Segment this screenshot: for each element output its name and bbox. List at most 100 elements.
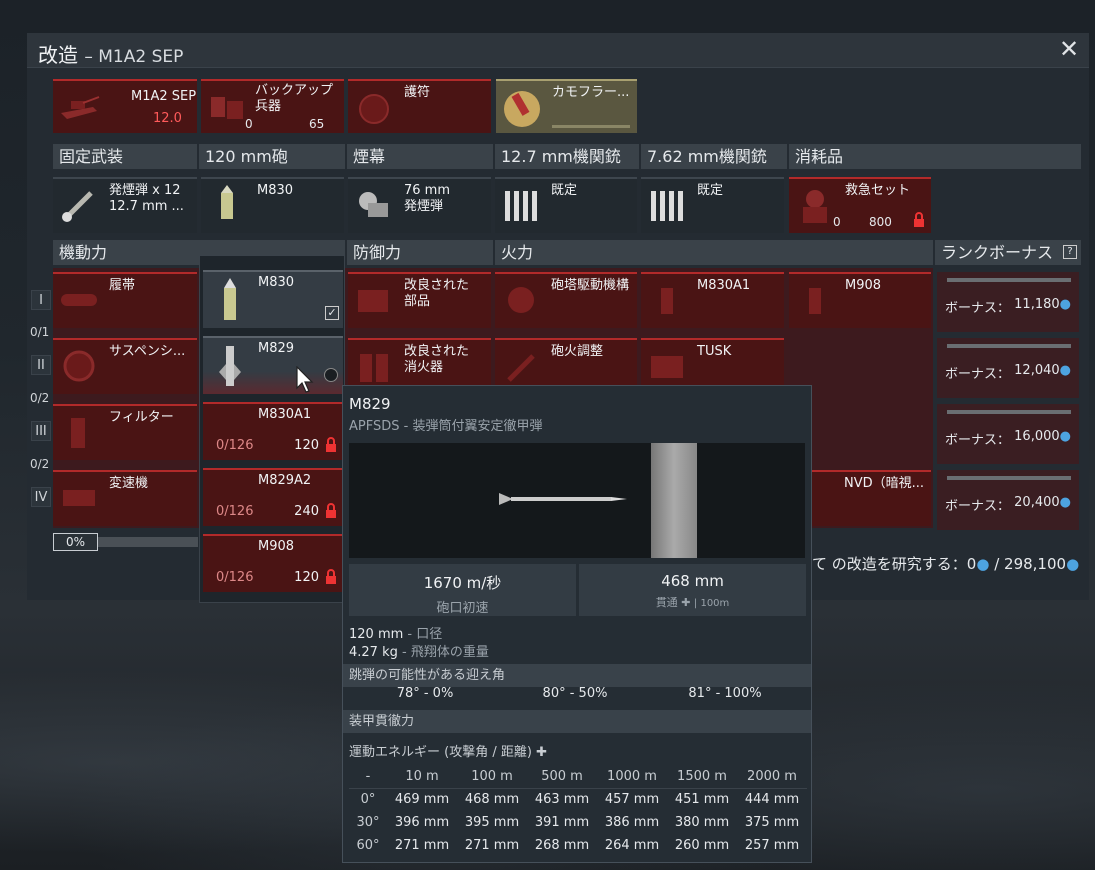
research-point-icon: ● <box>1059 363 1071 378</box>
bonus-value: 16,000● <box>1014 429 1071 444</box>
hmg-ammo-card[interactable]: 既定 <box>495 177 637 233</box>
mg-ammo-card[interactable]: 既定 <box>641 177 784 233</box>
research-point-icon: ● <box>1059 495 1071 510</box>
kinetic-energy-title: 運動エネルギー (攻撃角 / 距離) ✚ <box>349 745 547 760</box>
mod-nvd-label: NVD（暗視... <box>844 476 925 491</box>
tracks-icon <box>61 294 97 306</box>
bonus-bar <box>947 410 1071 414</box>
bullets-icon <box>505 191 537 221</box>
mod-turret-drive[interactable]: 砲塔駆動機構 <box>495 272 637 328</box>
tooltip-ammo-name: M829 <box>349 395 391 413</box>
mod-m830a1-label: M830A1 <box>697 278 751 293</box>
mod-fire-control[interactable]: 砲火調整 <box>495 338 637 388</box>
armor-penetration-title: 装甲貫徹力 <box>343 710 811 733</box>
bonus-bar <box>947 278 1071 282</box>
smoke-launcher-card[interactable]: 76 mm 発煙弾 <box>348 177 491 233</box>
main-gun-ammo-label: M830 <box>257 183 294 198</box>
shell-icon <box>809 288 821 314</box>
mod-suspension[interactable]: サスペンシ... <box>53 338 197 394</box>
table-row: 0° 469 mm 468 mm 463 mm 457 mm 451 mm 444 mm <box>360 792 800 808</box>
mouse-cursor-icon <box>296 366 314 393</box>
mod-tusk-label: TUSK <box>697 344 732 359</box>
paint-brush-icon <box>504 91 540 127</box>
help-icon[interactable]: ? <box>1063 245 1077 259</box>
penetration-icon: ✚ <box>536 745 547 760</box>
rank-3: III <box>31 421 51 441</box>
radio-icon[interactable] <box>324 368 338 382</box>
mod-transmission-label: 変速機 <box>109 476 149 491</box>
rank-1-progress: 0/1 <box>30 325 50 339</box>
mod-tracks[interactable]: 履帯 <box>53 272 197 328</box>
rank-bonus-2: ボーナス： 12,040● <box>937 338 1079 398</box>
mod-nvd[interactable]: NVD（暗視... <box>812 470 931 526</box>
projectile-icon <box>499 493 627 505</box>
hmg-ammo-label: 既定 <box>551 183 578 198</box>
main-gun-ammo-card[interactable]: M830 <box>201 177 344 233</box>
vehicle-name: M1A2 SEP <box>131 89 197 104</box>
camouflage-card[interactable]: カモフラー... <box>496 79 637 133</box>
transmission-icon <box>63 490 95 506</box>
window-title: 改造 – M1A2 SEP <box>38 43 184 67</box>
shell-icon <box>221 185 233 219</box>
mod-improved-parts-label2: 部品 <box>404 294 431 309</box>
turret-drive-icon <box>508 287 534 313</box>
section-consumables: 消耗品 <box>789 144 1081 169</box>
shell-icon <box>224 278 236 320</box>
checkbox-checked-icon[interactable]: ✓ <box>325 306 339 320</box>
close-button[interactable]: ✕ <box>1057 35 1081 63</box>
ammo-option-progress: 0/126 <box>216 570 254 585</box>
penetration-table: - 10 m 100 m 500 m 1000 m 1500 m 2000 m … <box>349 765 807 857</box>
ammo-option-progress: 0/126 <box>216 438 254 453</box>
penetration-stat: 468 mm 貫通 ✚ | 100m <box>579 564 806 616</box>
mod-m908-label: M908 <box>845 278 882 293</box>
close-icon[interactable]: ✕ <box>1059 35 1079 63</box>
smoke-grenade-card[interactable]: 発煙弾 x 12 12.7 mm ... <box>53 177 197 233</box>
ammo-option-m829a2[interactable]: M829A2 0/126 240 <box>203 468 343 526</box>
section-main-gun: 120 mm砲 <box>199 144 345 169</box>
bonus-label: ボーナス： <box>945 301 1011 316</box>
talisman-card[interactable]: 護符 <box>348 79 491 133</box>
mod-turret-drive-label: 砲塔駆動機構 <box>551 278 630 293</box>
camouflage-progress <box>552 125 630 128</box>
rank-2-progress: 0/2 <box>30 391 50 405</box>
crew-icon <box>803 190 827 223</box>
overall-progress-bar <box>98 537 198 547</box>
rank-4: IV <box>31 487 51 507</box>
medkit-cost: 800 <box>869 215 892 229</box>
apfsds-icon <box>219 346 241 386</box>
smoke-launcher-label2: 発煙弾 <box>404 199 444 214</box>
medkit-card[interactable]: 救急セット 0 800 <box>789 177 931 233</box>
mod-filter[interactable]: フィルター <box>53 404 197 460</box>
ammo-option-label: M829A2 <box>258 473 312 488</box>
ammo-option-m908[interactable]: M908 0/126 120 <box>203 534 343 592</box>
section-fixed-weapons: 固定武装 <box>53 144 197 169</box>
vehicle-card[interactable]: M1A2 SEP 12.0 <box>53 79 197 133</box>
talisman-icon <box>359 94 389 124</box>
ammo-option-m830a1[interactable]: M830A1 0/126 120 <box>203 402 343 460</box>
research-point-icon: ● <box>1059 297 1071 312</box>
section-rank-bonus: ランクボーナス ? <box>935 240 1081 265</box>
smoke-grenade-label: 発煙弾 x 12 <box>109 183 181 198</box>
ammo-option-label: M830A1 <box>258 407 312 422</box>
mod-improved-parts-label: 改良された <box>404 278 470 293</box>
mod-m830a1[interactable]: M830A1 <box>641 272 784 328</box>
mod-m908[interactable]: M908 <box>789 272 931 328</box>
ricochet-title: 跳弾の可能性がある迎え角 <box>343 664 811 687</box>
ammo-option-m829[interactable]: M829 <box>203 336 343 394</box>
parts-icon <box>358 290 388 312</box>
mod-tusk[interactable]: TUSK <box>641 338 784 388</box>
research-all-text[interactable]: て の改造を研究する：0● / 298,100● <box>812 553 1079 574</box>
ammo-option-label: M908 <box>258 539 295 554</box>
backup-weapon-card[interactable]: バックアップ兵器 0 65 <box>201 79 344 133</box>
rank-1: I <box>31 290 51 310</box>
ricochet-value: 78° - 0% <box>396 686 454 701</box>
bonus-bar <box>947 476 1071 480</box>
table-row: 30° 396 mm 395 mm 391 mm 386 mm 380 mm 375 mm <box>356 815 800 830</box>
penetration-preview-image <box>349 443 805 558</box>
fire-control-icon <box>507 354 535 382</box>
mod-fire-extinguisher-label2: 消火器 <box>404 360 444 375</box>
ammo-option-m830[interactable]: M830 ✓ <box>203 270 343 328</box>
mod-transmission[interactable]: 変速機 <box>53 470 197 526</box>
mod-improved-parts[interactable]: 改良された 部品 <box>348 272 491 328</box>
lock-icon <box>326 437 336 452</box>
